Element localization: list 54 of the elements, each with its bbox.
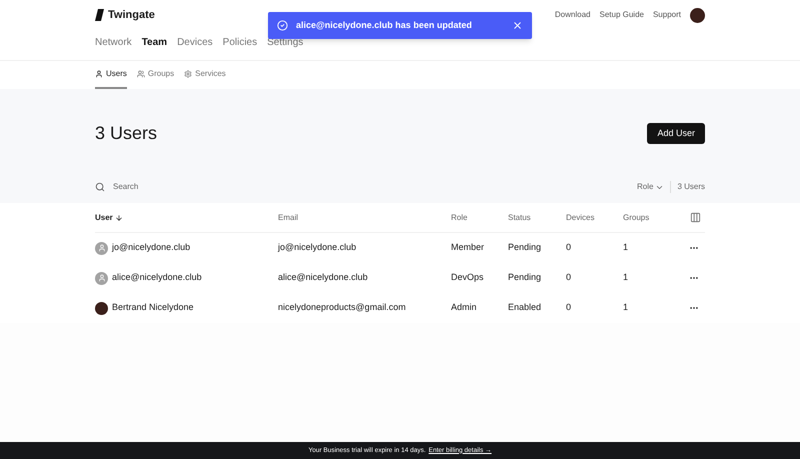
table-cell: 1	[623, 242, 628, 252]
column-header: Email	[278, 212, 300, 224]
header-link[interactable]: Support	[652, 9, 681, 21]
table-cell: nicelydoneproducts@gmail.com	[278, 302, 406, 312]
column-header: Devices	[566, 212, 596, 224]
avatar-placeholder-icon	[95, 242, 108, 254]
table-cell: Admin	[451, 302, 477, 312]
people-icon	[136, 70, 145, 78]
close-icon[interactable]	[512, 20, 523, 31]
avatar-placeholder-icon	[95, 272, 108, 284]
user-avatar[interactable]	[690, 8, 705, 22]
gear-icon	[184, 70, 192, 78]
table-cell: Enabled	[508, 302, 542, 312]
table-cell: 0	[566, 272, 572, 282]
column-header: Groups	[623, 212, 650, 224]
table-cell: Member	[451, 242, 484, 252]
avatar-icon	[95, 302, 108, 314]
toast-message: alice@nicelydone.club has been updated	[296, 18, 473, 32]
nav-tab[interactable]: Settings	[267, 35, 304, 50]
table-cell: 0	[566, 242, 572, 252]
header-link[interactable]: Download	[554, 9, 590, 21]
table-cell: 1	[623, 272, 628, 282]
role-filter[interactable]: Role	[636, 181, 670, 193]
search-field[interactable]: Search	[113, 181, 213, 193]
table-cell: 0	[566, 302, 572, 312]
user-count: 3 Users	[670, 181, 705, 193]
sub-tab[interactable]: Groups	[136, 61, 174, 89]
nav-tab[interactable]: Team	[142, 35, 168, 50]
sort-arrow-icon	[114, 214, 123, 222]
table-cell: DevOps	[451, 272, 484, 282]
column-header: Status	[508, 212, 532, 224]
header-link[interactable]: Setup Guide	[599, 9, 644, 21]
column-header: Role	[451, 212, 468, 224]
nav-tab[interactable]: Network	[95, 35, 132, 50]
table-cell: jo@nicelydone.club	[278, 242, 356, 252]
check-icon	[277, 20, 288, 31]
nav-tab[interactable]: Devices	[177, 35, 213, 50]
sub-tab[interactable]: Services	[184, 61, 226, 89]
user-name[interactable]: jo@nicelydone.club	[112, 241, 190, 255]
table-cell: Pending	[508, 242, 542, 252]
user-name[interactable]: Bertrand Nicelydone	[112, 301, 194, 315]
user-name[interactable]: alice@nicelydone.club	[112, 271, 202, 285]
columns-icon[interactable]	[690, 212, 701, 223]
table-cell: 1	[623, 302, 628, 312]
page-title: 3 Users	[95, 122, 158, 145]
brand-name: Twingate	[108, 8, 155, 23]
add-user-button[interactable]: Add User	[647, 123, 705, 144]
person-icon	[95, 70, 103, 78]
logo-icon	[95, 9, 104, 21]
nav-tab[interactable]: Policies	[222, 35, 258, 50]
table-cell: Pending	[508, 272, 542, 282]
table-cell: alice@nicelydone.club	[278, 272, 368, 282]
column-header[interactable]: User	[95, 212, 278, 224]
search-icon	[95, 182, 105, 192]
